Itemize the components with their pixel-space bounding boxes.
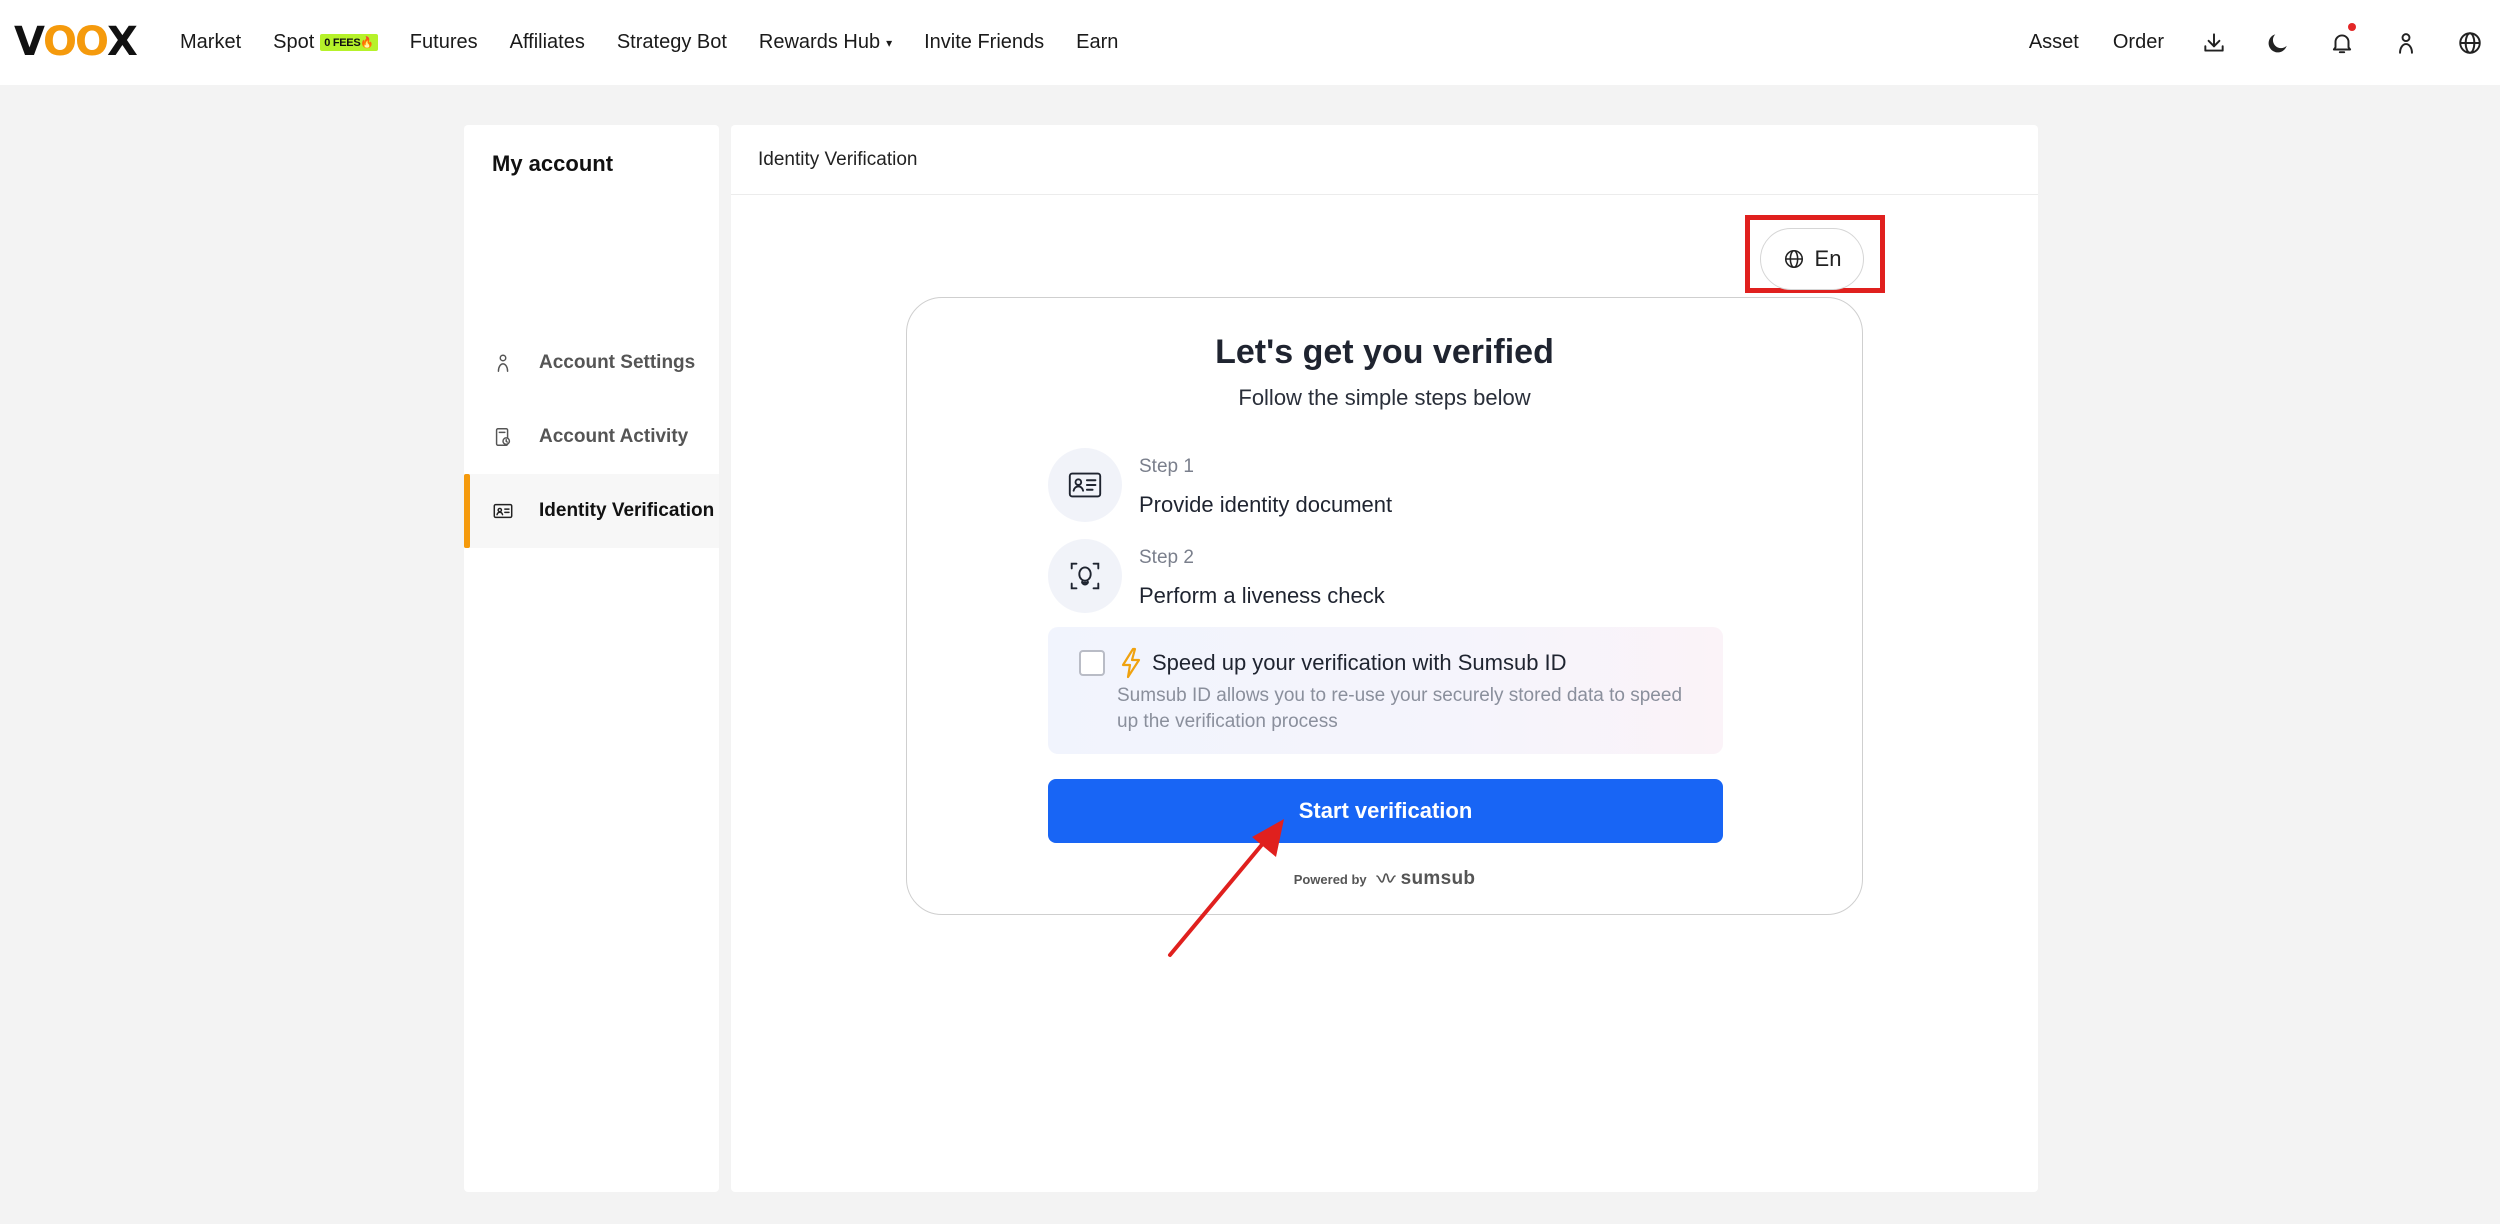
page-title: Identity Verification <box>731 125 2038 195</box>
sumsub-id-option: Speed up your verification with Sumsub I… <box>1048 627 1723 754</box>
step-2: Step 2 Perform a liveness check <box>1048 539 1385 613</box>
caret-down-icon: ▾ <box>886 35 893 50</box>
step-1-number: Step 1 <box>1139 456 1194 477</box>
nav-right: Asset Order <box>2029 0 2500 85</box>
id-card-icon <box>491 499 515 523</box>
nav-affiliates[interactable]: Affiliates <box>510 31 585 54</box>
zero-fees-badge: 0 FEES🔥 <box>320 34 378 51</box>
sumsub-id-checkbox[interactable] <box>1079 650 1105 676</box>
top-navbar: V OO X Market Spot 0 FEES🔥 Futures Affilia… <box>0 0 2500 85</box>
globe-icon <box>1784 249 1803 269</box>
verification-card: Let's get you verified Follow the simple… <box>906 297 1863 915</box>
annotation-arrow-icon <box>1168 819 1284 957</box>
card-subtitle: Follow the simple steps below <box>1238 385 1531 410</box>
download-icon[interactable] <box>2198 27 2230 59</box>
sumsub-id-description: Sumsub ID allows you to re-use your secu… <box>1117 685 1683 732</box>
account-sidebar: My account Account Settings Account Acti… <box>464 125 719 1192</box>
step-2-number: Step 2 <box>1139 547 1194 568</box>
nav-strategy-bot[interactable]: Strategy Bot <box>617 31 727 54</box>
bell-icon[interactable] <box>2326 22 2358 59</box>
start-verification-button[interactable]: Start verification <box>1048 779 1723 843</box>
card-title: Let's get you verified <box>1215 333 1554 371</box>
globe-icon[interactable] <box>2454 27 2486 59</box>
id-document-icon <box>1048 448 1122 522</box>
user-icon[interactable] <box>2390 27 2422 59</box>
main-nav: Market Spot 0 FEES🔥 Futures Affiliates S… <box>180 0 1150 85</box>
nav-spot[interactable]: Spot 0 FEES🔥 <box>273 31 378 54</box>
nav-rewards-hub[interactable]: Rewards Hub ▾ <box>759 31 892 54</box>
step-1-description: Provide identity document <box>1139 492 1393 517</box>
nav-invite-friends[interactable]: Invite Friends <box>924 31 1044 54</box>
nav-futures[interactable]: Futures <box>410 31 478 54</box>
sumsub-brand: sumsub <box>1400 868 1476 889</box>
sidebar-item-identity-verification[interactable]: Identity Verification <box>464 474 719 548</box>
nav-earn[interactable]: Earn <box>1076 31 1118 54</box>
activity-icon <box>491 425 515 449</box>
step-1: Step 1 Provide identity document <box>1048 448 1392 522</box>
notification-dot <box>2348 22 2356 31</box>
moon-icon[interactable] <box>2262 27 2294 59</box>
sidebar-item-account-activity[interactable]: Account Activity <box>464 400 719 474</box>
sidebar-item-account-settings[interactable]: Account Settings <box>464 326 719 400</box>
nav-market[interactable]: Market <box>180 31 241 54</box>
powered-by-sumsub: Powered by sumsub <box>907 868 1862 890</box>
nav-asset[interactable]: Asset <box>2029 31 2079 54</box>
language-label: En <box>1814 246 1842 271</box>
sumsub-logo-icon <box>1375 873 1396 883</box>
language-selector-button[interactable]: En <box>1760 228 1864 290</box>
step-2-description: Perform a liveness check <box>1139 583 1385 608</box>
voox-logo[interactable]: V OO X <box>14 19 138 65</box>
sidebar-title: My account <box>492 151 614 176</box>
face-scan-icon <box>1048 539 1122 613</box>
lightning-icon <box>1121 647 1141 679</box>
user-icon <box>491 351 515 375</box>
nav-order[interactable]: Order <box>2113 31 2164 54</box>
powered-by-label: Powered by <box>1293 871 1367 887</box>
sumsub-id-title: Speed up your verification with Sumsub I… <box>1152 650 1567 675</box>
